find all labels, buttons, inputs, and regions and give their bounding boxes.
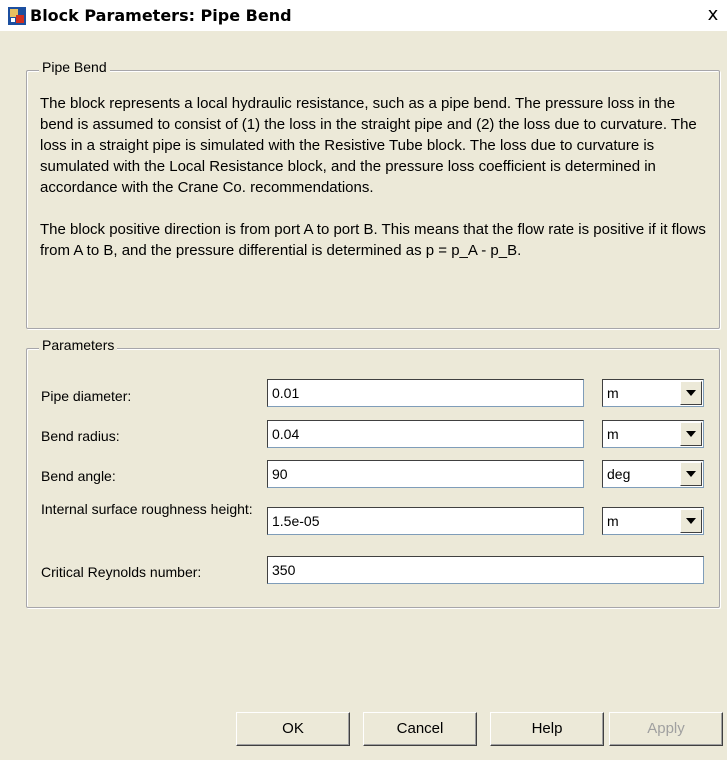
pipe-diameter-input[interactable]: 0.01	[267, 379, 584, 407]
description-paragraph-1: The block represents a local hydraulic r…	[40, 95, 697, 196]
chevron-down-icon[interactable]	[680, 381, 702, 405]
critical-reynolds-label: Critical Reynolds number:	[41, 564, 202, 580]
surface-roughness-unit-value: m	[607, 513, 619, 529]
close-icon[interactable]: x	[702, 4, 724, 26]
bend-angle-unit-value: deg	[607, 466, 631, 482]
apply-button[interactable]: Apply	[609, 712, 723, 746]
surface-roughness-label: Internal surface roughness height:	[41, 501, 253, 517]
help-button[interactable]: Help	[490, 712, 604, 746]
bend-radius-label: Bend radius:	[41, 428, 120, 444]
surface-roughness-unit-select[interactable]: m	[602, 507, 704, 535]
cancel-button[interactable]: Cancel	[363, 712, 477, 746]
chevron-down-icon[interactable]	[680, 422, 702, 446]
parameters-group-title: Parameters	[39, 337, 118, 353]
chevron-down-icon[interactable]	[680, 509, 702, 533]
bend-radius-input[interactable]: 0.04	[267, 420, 584, 448]
pipe-diameter-unit-select[interactable]: m	[602, 379, 704, 407]
pipe-diameter-label: Pipe diameter:	[41, 388, 132, 404]
pipe-diameter-unit-value: m	[607, 385, 619, 401]
ok-button[interactable]: OK	[236, 712, 350, 746]
bend-angle-unit-select[interactable]: deg	[602, 460, 704, 488]
critical-reynolds-input[interactable]: 350	[267, 556, 704, 584]
bend-radius-unit-value: m	[607, 426, 619, 442]
simulink-block-icon	[8, 7, 26, 25]
bend-angle-input[interactable]: 90	[267, 460, 584, 488]
surface-roughness-input[interactable]: 1.5e-05	[267, 507, 584, 535]
bend-radius-unit-select[interactable]: m	[602, 420, 704, 448]
title-bar[interactable]: Block Parameters: Pipe Bend x	[0, 0, 727, 31]
description-paragraph-2: The block positive direction is from por…	[40, 221, 706, 259]
description-group-title: Pipe Bend	[39, 59, 110, 75]
description-text: The block represents a local hydraulic r…	[40, 93, 712, 282]
chevron-down-icon[interactable]	[680, 462, 702, 486]
bend-angle-label: Bend angle:	[41, 468, 116, 484]
window-title: Block Parameters: Pipe Bend	[30, 6, 292, 25]
